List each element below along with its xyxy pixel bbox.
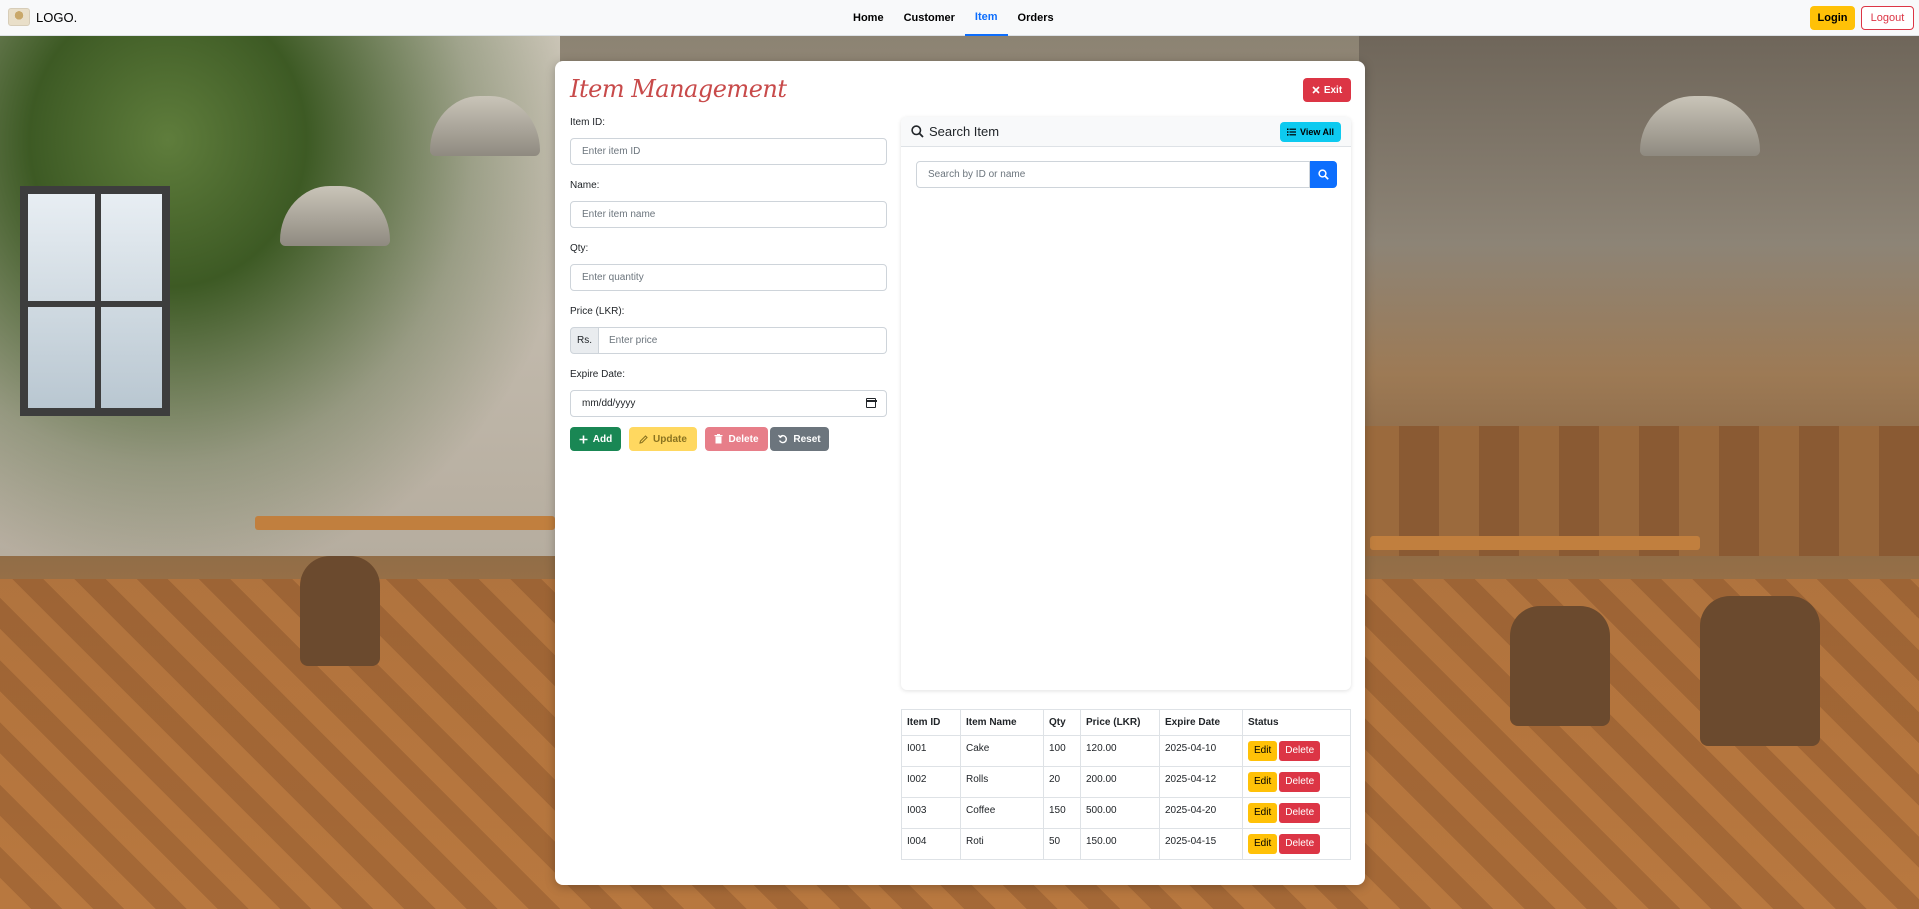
row-edit-button[interactable]: Edit [1248,803,1278,823]
name-label: Name: [570,180,600,191]
price-input[interactable]: Enter price [599,327,887,354]
item-form: Item ID: Enter item ID Name: Enter item … [570,117,887,451]
column-header: Price (LKR) [1080,709,1160,736]
cell-item-name: Cake [960,735,1044,767]
search-icon [1318,169,1329,180]
column-header: Item Name [960,709,1044,736]
price-label: Price (LKR): [570,306,625,317]
cell-price: 150.00 [1080,828,1160,860]
nav-link-orders[interactable]: Orders [1008,0,1064,36]
table-row: I002 Rolls 20 200.00 2025-04-12 Edit Dele… [901,766,1351,798]
cell-price: 200.00 [1080,766,1160,798]
add-button[interactable]: Add [570,427,621,451]
cell-qty: 50 [1043,828,1081,860]
row-delete-button[interactable]: Delete [1279,772,1321,792]
cell-item-name: Rolls [960,766,1044,798]
search-icon [911,125,924,138]
row-edit-button[interactable]: Edit [1248,741,1278,761]
row-delete-button[interactable]: Delete [1279,803,1321,823]
column-header: Status [1242,709,1351,736]
update-label: Update [653,433,687,445]
item-id-label: Item ID: [570,117,606,128]
search-panel-title: Search Item [929,124,1000,139]
nav-link-item[interactable]: Item [964,0,1008,36]
search-panel: Search Item View All Search by ID or nam… [901,117,1351,690]
add-label: Add [592,433,613,445]
cell-expire-date: 2025-04-15 [1159,828,1243,860]
cell-price: 500.00 [1080,797,1160,829]
expire-date-input[interactable]: mm/dd/yyyy [570,390,887,417]
search-input[interactable]: Search by ID or name [916,161,1310,188]
cell-expire-date: 2025-04-12 [1159,766,1243,798]
column-header: Qty [1043,709,1081,736]
cell-price: 120.00 [1080,735,1160,767]
items-table: Item ID Item Name Qty Price (LKR) Expire… [901,709,1351,860]
navbar: LOGO. Home Customer Item Orders Login Lo… [0,0,1919,36]
x-icon [1312,86,1320,94]
plus-icon [579,435,588,444]
update-button[interactable]: Update [629,427,697,451]
reset-button[interactable]: Reset [770,427,829,451]
exit-button[interactable]: Exit [1303,78,1351,102]
cell-status: Edit Delete [1242,766,1351,798]
row-delete-button[interactable]: Delete [1279,834,1321,854]
name-input[interactable]: Enter item name [570,201,887,228]
nav-links: Home Customer Item Orders [843,0,1064,36]
pencil-icon [639,434,648,444]
cell-status: Edit Delete [1242,828,1351,860]
view-all-button[interactable]: View All [1280,122,1341,142]
cell-qty: 20 [1043,766,1081,798]
table-header-row: Item ID Item Name Qty Price (LKR) Expire… [901,709,1351,736]
cell-expire-date: 2025-04-10 [1159,735,1243,767]
cell-item-id: I001 [901,735,961,767]
brand[interactable]: LOGO. [8,8,77,26]
item-id-input[interactable]: Enter item ID [570,138,887,165]
qty-label: Qty: [570,243,589,254]
table-row: I004 Roti 50 150.00 2025-04-15 Edit Delet… [901,828,1351,860]
expire-date-label: Expire Date: [570,369,626,380]
row-edit-button[interactable]: Edit [1248,772,1278,792]
cell-item-name: Roti [960,828,1044,860]
cell-status: Edit Delete [1242,797,1351,829]
row-delete-button[interactable]: Delete [1279,741,1321,761]
exit-label: Exit [1323,84,1343,96]
search-button[interactable] [1310,161,1337,188]
price-input-group: Rs. Enter price [570,327,887,354]
delete-label: Delete [728,433,759,445]
cell-expire-date: 2025-04-20 [1159,797,1243,829]
price-prefix: Rs. [570,327,599,354]
cell-item-id: I002 [901,766,961,798]
logo-image [8,8,30,26]
search-panel-header: Search Item View All [901,117,1351,147]
expire-date-value: mm/dd/yyyy [582,398,636,409]
login-button[interactable]: Login [1810,6,1855,30]
qty-input[interactable]: Enter quantity [570,264,887,291]
cell-item-id: I003 [901,797,961,829]
item-management-card: Item Management Exit Item ID: Enter item… [555,61,1365,885]
search-row: Search by ID or name [916,161,1337,188]
table-row: I001 Cake 100 120.00 2025-04-10 Edit Dele… [901,735,1351,767]
calendar-icon[interactable] [865,398,877,408]
cell-status: Edit Delete [1242,735,1351,767]
page-title: Item Management [570,75,787,103]
cell-qty: 100 [1043,735,1081,767]
trash-icon [714,434,723,444]
undo-icon [778,434,788,444]
cell-item-name: Coffee [960,797,1044,829]
form-actions: Add Update Delete Reset [570,427,887,451]
column-header: Expire Date [1159,709,1243,736]
delete-button[interactable]: Delete [705,427,768,451]
reset-label: Reset [793,433,821,445]
logout-button[interactable]: Logout [1861,6,1914,30]
row-edit-button[interactable]: Edit [1248,834,1278,854]
cell-qty: 150 [1043,797,1081,829]
brand-text: LOGO. [36,9,78,25]
nav-link-home[interactable]: Home [843,0,894,36]
cell-item-id: I004 [901,828,961,860]
table-row: I003 Coffee 150 500.00 2025-04-20 Edit De… [901,797,1351,829]
column-header: Item ID [901,709,961,736]
view-all-label: View All [1299,127,1334,137]
nav-link-customer[interactable]: Customer [894,0,965,36]
list-icon [1286,128,1296,136]
